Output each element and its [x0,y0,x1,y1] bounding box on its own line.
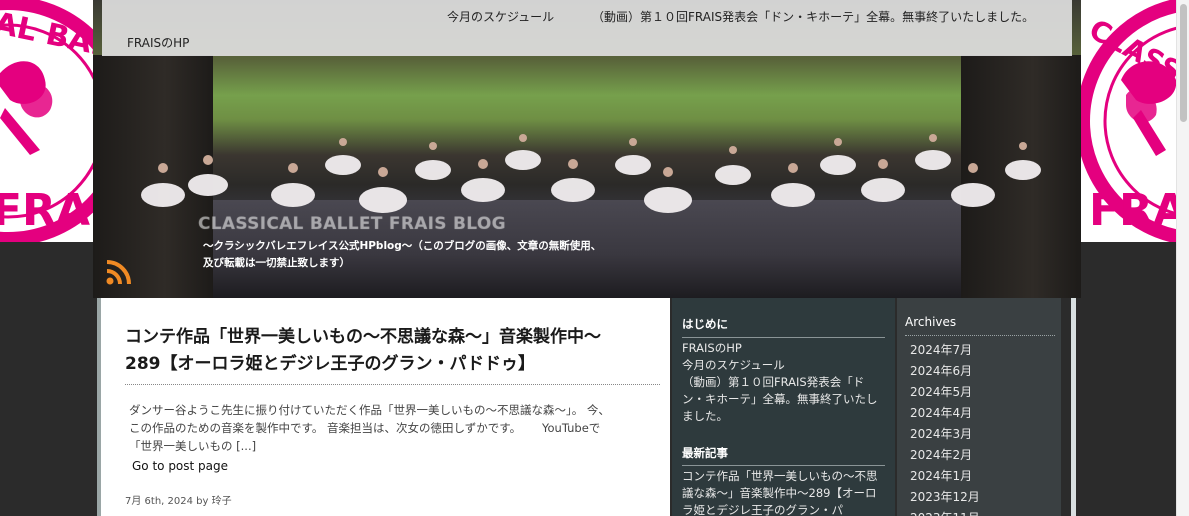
main-content: コンテ作品「世界一美しいもの〜不思議な森〜」音楽製作中〜 289【オーロラ姫とデ… [97,298,670,516]
blog-description-line2: 及び転載は一切禁止致します） [203,257,350,269]
widget-title-recent-posts: 最新記事 [682,446,728,460]
widget-title-archives: Archives [905,315,957,329]
post-title-line2[interactable]: 289【オーロラ姫とデジレ王子のグラン・パドドゥ】 [125,351,665,378]
post-title[interactable]: コンテ作品「世界一美しいもの〜不思議な森〜」音楽製作中〜 289【オーロラ姫とデ… [125,324,665,378]
nav-item-schedule[interactable]: 今月のスケジュール [447,8,554,25]
post-title-line1[interactable]: コンテ作品「世界一美しいもの〜不思議な森〜」音楽製作中〜 [125,324,665,351]
logo-left-top-text: AL BALLE [0,6,93,73]
recent-post-link[interactable]: コンテ作品「世界一美しいもの〜不思議な森〜」音楽製作中〜289【オーロラ姫とデジ… [682,468,885,516]
sidebar-primary: はじめに FRAISのHP 今月のスケジュール （動画）第１０回FRAIS発表会… [672,298,895,516]
top-navigation-bar: 今月のスケジュール （動画）第１０回FRAIS発表会「ドン・キホーテ」全幕。無事… [102,0,1072,56]
blog-description: 〜クラシックバレエフレイス公式HPblog〜（このブログの画像、文章の無断使用、… [203,238,633,272]
gutter-stripe [1071,298,1076,516]
post-excerpt-line2: この作品のための音楽を製作中です。 音楽担当は、次女の徳田しずかです。 YouT… [129,421,601,435]
widget-title-intro: はじめに [682,317,728,331]
post-excerpt: ダンサー谷ようこ先生に振り付けていただく作品「世界一美しいもの〜不思議な森〜」。… [129,401,649,455]
frais-logo-left: AL BALLE FRAIS [0,0,93,242]
widget-divider [682,337,885,338]
logo-left-bottom-text: FRAIS [0,185,93,236]
intro-link-list: FRAISのHP 今月のスケジュール （動画）第１０回FRAIS発表会「ドン・キ… [682,340,885,425]
archive-link-2024-01[interactable]: 2024年1月 [910,466,980,487]
archive-link-2024-04[interactable]: 2024年4月 [910,403,980,424]
intro-link-recital-video[interactable]: （動画）第１０回FRAIS発表会「ドン・キホーテ」全幕。無事終了いたしました。 [682,374,885,425]
archive-link-2024-07[interactable]: 2024年7月 [910,340,980,361]
rss-icon[interactable] [105,259,132,286]
nav-item-frais-hp[interactable]: FRAISのHP [127,34,189,51]
intro-link-frais-hp[interactable]: FRAISのHP [682,340,885,357]
post-meta: 7月 6th, 2024 by 玲子 [125,496,232,507]
archive-link-2024-06[interactable]: 2024年6月 [910,361,980,382]
archives-list: 2024年7月 2024年6月 2024年5月 2024年4月 2024年3月 … [910,340,980,516]
blog-description-line1: 〜クラシックバレエフレイス公式HPblog〜（このブログの画像、文章の無断使用、 [203,240,602,252]
intro-link-schedule[interactable]: 今月のスケジュール [682,357,885,374]
go-to-post-link[interactable]: Go to post page [132,459,228,473]
recent-posts-list: コンテ作品「世界一美しいもの〜不思議な森〜」音楽製作中〜289【オーロラ姫とデジ… [682,468,885,516]
post-excerpt-line3: 「世界一美しいもの [...] [129,439,257,453]
sidebar-archives: Archives 2024年7月 2024年6月 2024年5月 2024年4月… [897,298,1061,516]
widget-divider [682,465,885,466]
header-banner: 今月のスケジュール （動画）第１０回FRAIS発表会「ドン・キホーテ」全幕。無事… [93,0,1081,298]
blog-title[interactable]: CLASSICAL BALLET FRAIS BLOG [198,214,506,234]
archive-link-2024-03[interactable]: 2024年3月 [910,424,980,445]
scrollbar-thumb[interactable] [1180,4,1187,122]
post-excerpt-line1: ダンサー谷ようこ先生に振り付けていただく作品「世界一美しいもの〜不思議な森〜」。… [129,403,610,417]
archive-link-2024-05[interactable]: 2024年5月 [910,382,980,403]
nav-item-recital-video[interactable]: （動画）第１０回FRAIS発表会「ドン・キホーテ」全幕。無事終了いたしました。 [592,8,1034,25]
archive-link-2024-02[interactable]: 2024年2月 [910,445,980,466]
page-scrollbar[interactable] [1176,0,1189,516]
logo-right-bottom-text: FRAI [1089,185,1176,236]
widget-divider [905,335,1055,336]
archive-link-2023-11[interactable]: 2023年11月 [910,508,980,516]
right-gutter [1061,298,1081,516]
archive-link-2023-12[interactable]: 2023年12月 [910,487,980,508]
frais-logo-right: CLASSICA FRAI [1081,0,1176,242]
post-title-divider [125,384,660,385]
